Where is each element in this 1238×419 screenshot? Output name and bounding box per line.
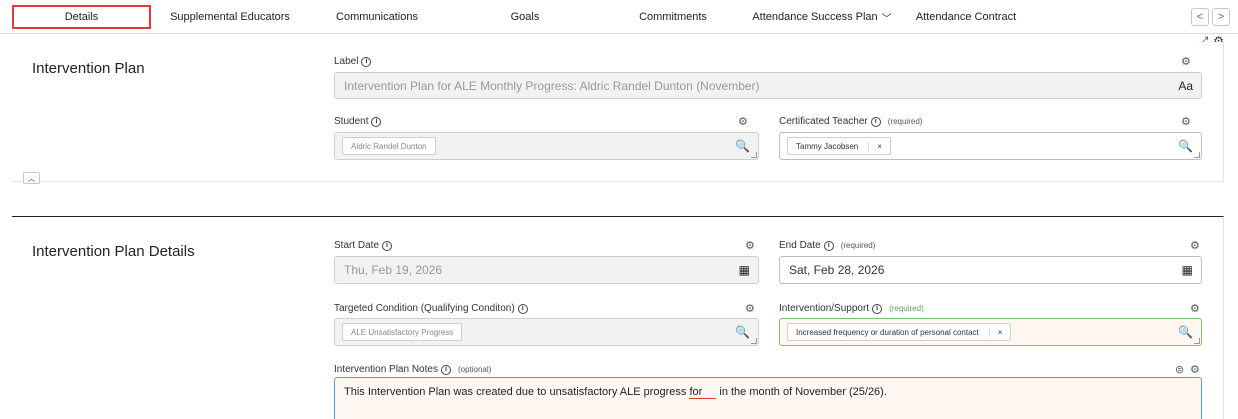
tab-attendance-contract[interactable]: Attendance Contract <box>896 5 1036 29</box>
tab-supplemental-educators[interactable]: Supplemental Educators <box>160 5 300 29</box>
info-icon[interactable]: i <box>517 303 528 314</box>
tab-communications[interactable]: Communications <box>308 5 446 29</box>
magnify-plus-icon[interactable]: 🔍 <box>735 325 750 339</box>
student-chip: Aldric Randel Dunton <box>342 137 436 155</box>
label-field-label: Label i <box>334 56 372 67</box>
targeted-condition-label: Targeted Condition (Qualifying Conditon)… <box>334 303 528 314</box>
magnify-plus-icon[interactable]: 🔍 <box>1178 325 1193 339</box>
tab-scroll-next-button[interactable]: > <box>1212 8 1230 26</box>
intervention-plan-section: Intervention Plan Label i ⚙ Intervention… <box>12 42 1224 182</box>
calendar-icon[interactable]: ▦ <box>1182 263 1193 277</box>
info-icon[interactable]: i <box>440 364 451 375</box>
calendar-icon[interactable]: ▦ <box>739 263 750 277</box>
chevron-down-icon: ﹀ <box>881 13 892 25</box>
end-date-field[interactable]: Sat, Feb 28, 2026 ▦ <box>779 256 1202 284</box>
text-format-icon: Aa <box>1178 78 1193 93</box>
tab-scroll-prev-button[interactable]: < <box>1191 8 1209 26</box>
remove-chip-button[interactable]: × <box>988 327 1002 337</box>
notes-textarea[interactable]: This Intervention Plan was created due t… <box>334 377 1202 419</box>
intervention-support-field[interactable]: Increased frequency or duration of perso… <box>779 318 1202 346</box>
section-title: Intervention Plan Details <box>32 243 195 260</box>
intervention-support-label: Intervention/Support i (required) <box>779 303 924 314</box>
resize-handle[interactable] <box>1194 338 1200 344</box>
targeted-condition-field[interactable]: ALE Unsatisfactory Progress 🔍 <box>334 318 759 346</box>
info-icon[interactable]: i <box>361 56 372 67</box>
tab-commitments[interactable]: Commitments <box>603 5 743 29</box>
info-icon[interactable]: i <box>823 240 834 251</box>
gear-icon[interactable]: ⚙ <box>745 239 755 252</box>
tab-details[interactable]: Details <box>12 5 151 29</box>
tab-bar: Details Supplemental Educators Communica… <box>0 0 1238 34</box>
gear-icon[interactable]: ⚙ <box>1190 363 1200 376</box>
gear-icon[interactable]: ⚙ <box>738 115 748 128</box>
start-date-label: Start Date i <box>334 240 393 251</box>
magnify-plus-icon[interactable]: 🔍 <box>735 139 750 153</box>
info-icon[interactable]: i <box>870 116 881 127</box>
spellcheck-underline: for <box>689 386 717 399</box>
intervention-plan-details-section: Intervention Plan Details Start Date i ⚙… <box>12 216 1224 419</box>
teacher-field-label: Certificated Teacher i (required) <box>779 116 923 127</box>
teacher-chip: Tammy Jacobsen × <box>787 137 891 155</box>
teacher-field[interactable]: Tammy Jacobsen × 🔍 <box>779 132 1202 160</box>
resize-handle[interactable] <box>751 152 757 158</box>
tab-goals[interactable]: Goals <box>455 5 595 29</box>
formula-icon[interactable]: ⊜ <box>1175 363 1184 376</box>
start-date-field[interactable]: Thu, Feb 19, 2026 ▦ <box>334 256 759 284</box>
magnify-plus-icon[interactable]: 🔍 <box>1178 139 1193 153</box>
condition-chip: ALE Unsatisfactory Progress <box>342 323 463 341</box>
info-icon[interactable]: i <box>371 116 382 127</box>
tab-attendance-success-plan[interactable]: Attendance Success Plan ﹀ <box>748 5 896 29</box>
chevron-up-icon[interactable]: ︿ <box>23 172 40 184</box>
info-icon[interactable]: i <box>872 303 883 314</box>
gear-icon[interactable]: ⚙ <box>1181 55 1191 68</box>
student-field[interactable]: Aldric Randel Dunton 🔍 <box>334 132 759 160</box>
gear-icon[interactable]: ⚙ <box>1190 239 1200 252</box>
resize-handle[interactable] <box>1194 152 1200 158</box>
gear-icon[interactable]: ⚙ <box>1190 302 1200 315</box>
gear-icon[interactable]: ⚙ <box>745 302 755 315</box>
notes-label: Intervention Plan Notes i (optional) <box>334 364 492 375</box>
remove-chip-button[interactable]: × <box>868 141 882 151</box>
label-field[interactable]: Intervention Plan for ALE Monthly Progre… <box>334 72 1202 99</box>
resize-handle[interactable] <box>751 338 757 344</box>
info-icon[interactable]: i <box>382 240 393 251</box>
gear-icon[interactable]: ⚙ <box>1181 115 1191 128</box>
section-title: Intervention Plan <box>32 60 145 77</box>
intervention-chip: Increased frequency or duration of perso… <box>787 323 1012 341</box>
end-date-label: End Date i (required) <box>779 240 876 251</box>
student-field-label: Student i <box>334 116 382 127</box>
